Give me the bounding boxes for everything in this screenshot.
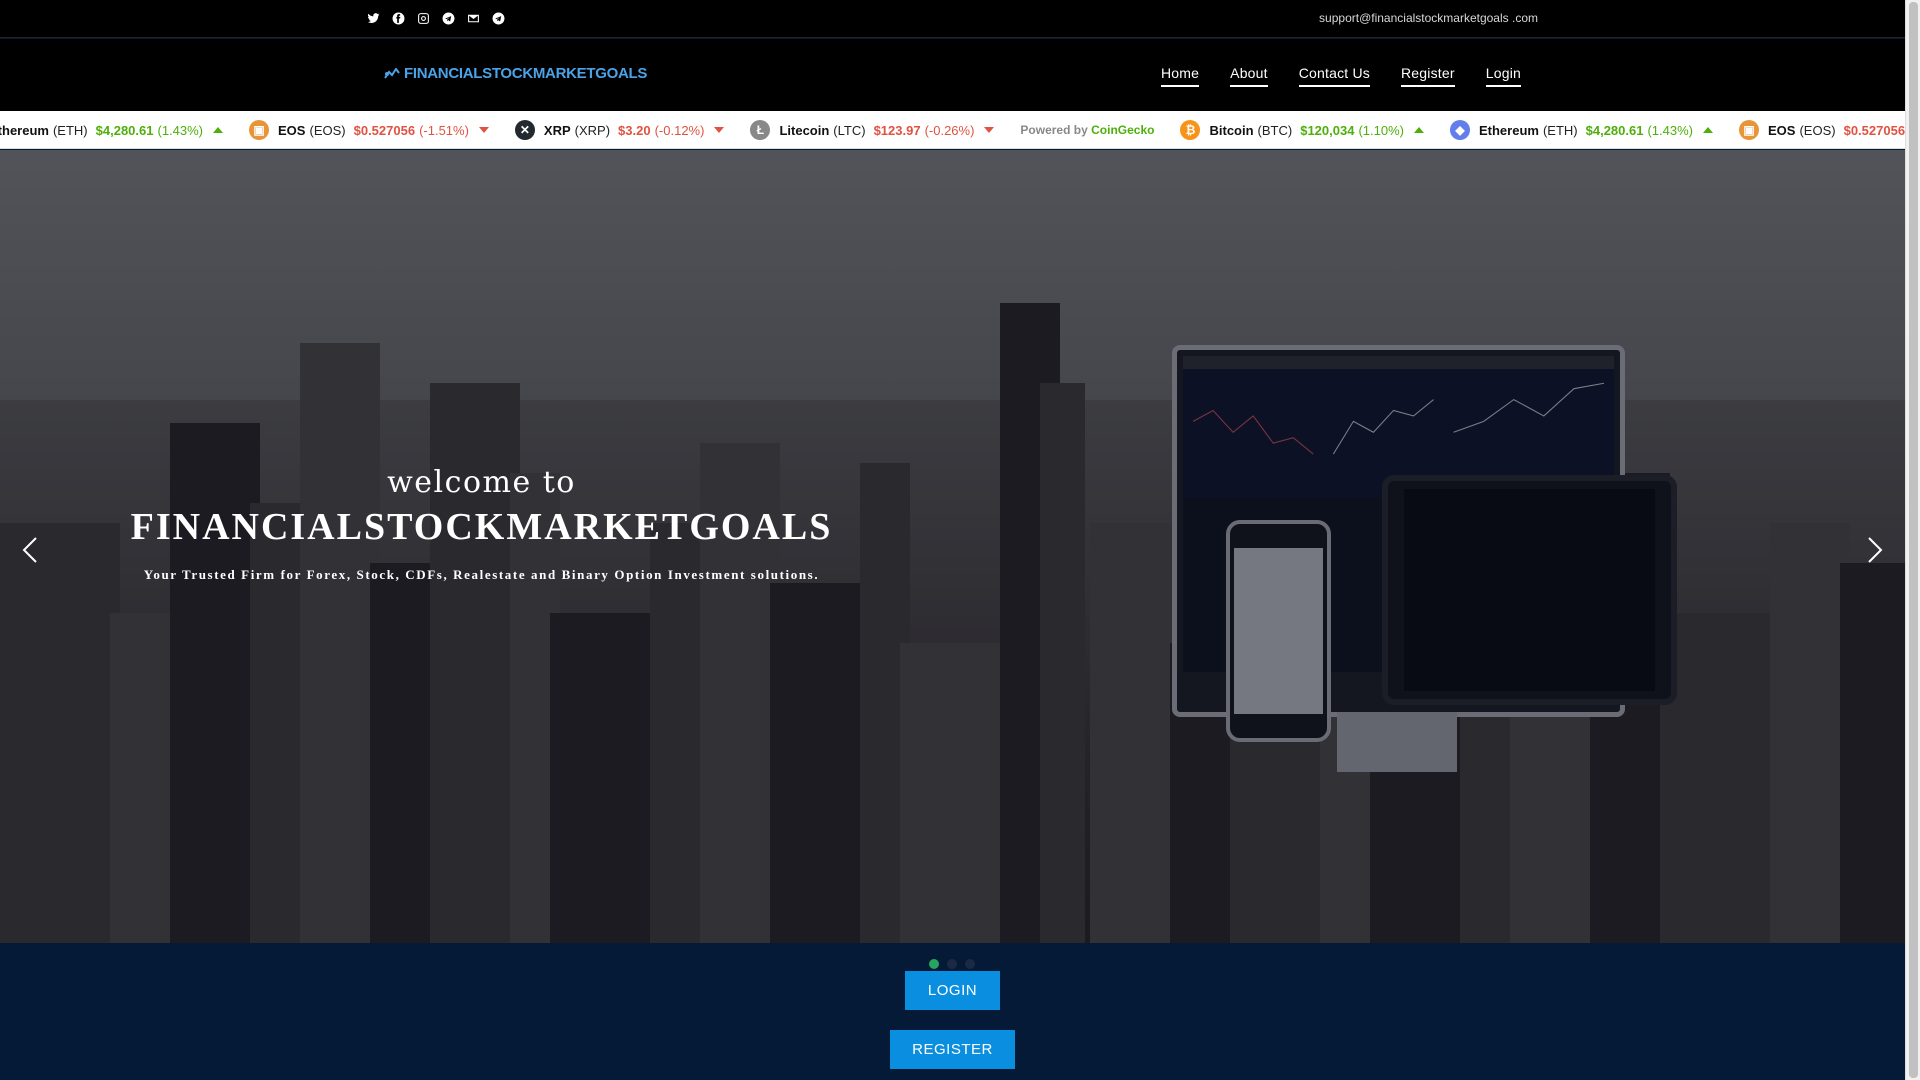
coin-price: $3.20 [618,122,651,138]
chevron-right-icon [1868,537,1883,563]
hero-brand-title: FINANCIALSTOCKMARKETGOALS [130,506,833,548]
nav-home[interactable]: Home [1161,65,1200,87]
coin-change: (1.43%) [157,122,204,138]
xrp-icon: ✕ [514,120,535,140]
ticker-track: ◆Ethereum(ETH)$4,280.61(1.43%)▣EOS(EOS)$… [0,111,1905,148]
coin-change: (-0.26%) [924,122,975,138]
coin-symbol: (BTC) [1257,122,1293,138]
telegram-icon[interactable] [491,9,506,27]
ticker-item[interactable]: ✕ XRP (XRP) $3.20 (-0.12%) [514,120,725,140]
page-scrollbar[interactable] [1905,0,1920,1080]
logo-text: FINANCIALSTOCKMARKETGOALS [404,65,648,82]
litecoin-icon: Ł [750,120,771,140]
top-bar: support@financialstockmarketgoals .com [0,0,1905,38]
coin-symbol: (ETH) [52,122,88,138]
carousel-indicator[interactable] [965,959,975,969]
coin-name: Bitcoin [1209,122,1254,138]
arrow-down-icon [714,127,725,133]
powered-by-label: Powered by [1020,123,1088,137]
hero-tagline: Your Trusted Firm for Forex, Stock, CDFs… [143,567,820,582]
coin-price: $4,280.61 [95,122,154,138]
site-header: FINANCIALSTOCKMARKETGOALS Home About Con… [0,39,1905,111]
ticker-item[interactable]: ▣ EOS(EOS) $0.527056(-1.51%) [249,120,489,140]
carousel-indicators [929,959,975,969]
eos-icon: ▣ [1739,120,1759,140]
chevron-left-icon [22,537,37,563]
coin-symbol: (XRP) [574,122,611,138]
powered-by-coingecko[interactable]: Powered by CoinGecko [1020,123,1154,137]
carousel-indicator[interactable] [947,959,957,969]
twitter-icon[interactable] [366,9,381,27]
coin-name: EOS [1768,122,1796,138]
hero-welcome: welcome to [387,465,576,500]
coin-name: Litecoin [779,122,830,138]
carousel-indicator[interactable] [929,959,939,969]
coin-name: EOS [278,122,306,138]
register-button[interactable]: REGISTER [890,1030,1015,1069]
arrow-up-icon [1413,127,1424,133]
support-email[interactable]: support@financialstockmarketgoals .com [1319,11,1538,25]
coin-change: (1.10%) [1358,122,1404,138]
coin-change: (-0.12%) [654,122,705,138]
coin-name: Ethereum [0,122,49,138]
coin-change: (-1.51%) [419,122,469,138]
telegram-icon[interactable] [441,9,456,27]
ticker-item[interactable]: Ł Litecoin (LTC) $123.97 (-0.26%) [750,120,995,140]
coin-symbol: (LTC) [833,122,866,138]
carousel-prev-button[interactable] [12,530,52,570]
facebook-icon[interactable] [391,9,406,27]
hero-carousel: welcome to FINANCIALSTOCKMARKETGOALS You… [0,150,1905,943]
nav-about[interactable]: About [1230,65,1268,87]
coin-symbol: (EOS) [1799,122,1836,138]
eos-icon: ▣ [249,120,270,140]
ticker-item[interactable]: ▣EOS(EOS)$0.527056(-1.51%) [1739,120,1905,140]
coin-price: $123.97 [873,122,921,138]
arrow-down-icon [478,127,489,133]
coin-price: $0.527056 [1843,122,1905,138]
mail-icon[interactable] [466,9,481,27]
arrow-up-icon [1703,127,1713,133]
login-button[interactable]: LOGIN [905,971,1000,1010]
nav-contact-us[interactable]: Contact Us [1298,65,1370,87]
logo-mark-icon [384,67,400,79]
nav-login[interactable]: Login [1485,65,1521,87]
coin-price: $120,034 [1300,122,1355,138]
coin-name: XRP [543,122,571,138]
ticker-item[interactable]: ◆Ethereum(ETH)$4,280.61(1.43%) [0,120,224,140]
scrollbar-thumb[interactable] [1909,2,1918,1078]
bitcoin-icon: ₿ [1180,120,1201,140]
crypto-ticker: ◆Ethereum(ETH)$4,280.61(1.43%)▣EOS(EOS)$… [0,111,1905,149]
coin-change: (1.43%) [1647,122,1693,138]
coin-symbol: (ETH) [1542,122,1578,138]
carousel-next-button[interactable] [1853,530,1893,570]
coin-price: $4,280.61 [1585,122,1644,138]
coin-symbol: (EOS) [309,122,346,138]
instagram-icon[interactable] [416,9,431,27]
ticker-item[interactable]: ₿ Bitcoin (BTC) $120,034 (1.10%) [1180,120,1424,140]
coin-name: Ethereum [1478,122,1539,138]
arrow-up-icon [213,127,224,133]
nav-register[interactable]: Register [1401,65,1455,87]
ticker-item[interactable]: ◆ Ethereum(ETH) $4,280.61(1.43%) [1449,120,1713,140]
arrow-down-icon [984,127,995,133]
ethereum-icon: ◆ [1449,120,1470,140]
powered-by-brand: CoinGecko [1091,123,1155,137]
coin-price: $0.527056 [353,122,416,138]
site-logo[interactable]: FINANCIALSTOCKMARKETGOALS [384,65,647,82]
main-nav: Home About Contact Us Register Login [1161,65,1521,87]
social-links [366,9,506,27]
